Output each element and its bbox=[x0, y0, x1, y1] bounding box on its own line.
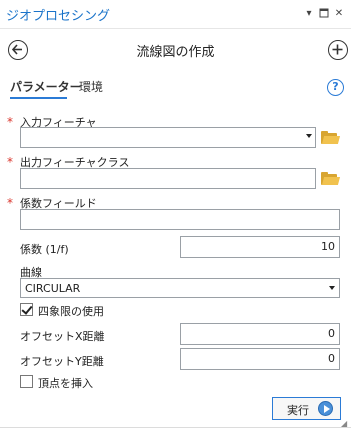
help-icon[interactable]: ? bbox=[327, 79, 344, 96]
offset-x-input[interactable]: 0 bbox=[180, 323, 340, 345]
close-icon[interactable]: ✕ bbox=[333, 8, 345, 20]
active-tab-indicator bbox=[10, 97, 67, 99]
folder-icon[interactable] bbox=[321, 172, 341, 185]
coefficient-field-input[interactable] bbox=[20, 209, 340, 230]
output-feature-class-field[interactable] bbox=[20, 168, 316, 189]
chevron-down-icon[interactable]: ▾ bbox=[303, 8, 315, 20]
run-button-label: 実行 bbox=[287, 404, 309, 417]
insert-vertex-checkbox[interactable] bbox=[20, 375, 33, 388]
plus-icon bbox=[332, 44, 343, 55]
offset-y-input[interactable]: 0 bbox=[180, 348, 340, 370]
play-icon bbox=[318, 401, 333, 416]
insert-vertex-label: 頂点を挿入 bbox=[38, 377, 93, 390]
coefficient-label: 係数 (1/f) bbox=[20, 243, 69, 256]
use-quadrants-checkbox[interactable] bbox=[20, 303, 33, 316]
tool-title: 流線図の作成 bbox=[136, 45, 215, 60]
required-marker: * bbox=[7, 155, 13, 169]
tab-environments[interactable]: 環境 bbox=[79, 78, 103, 95]
restore-icon[interactable] bbox=[318, 8, 330, 20]
title-bar: ジオプロセシング ▾ ✕ bbox=[0, 0, 351, 29]
input-feature-combo[interactable] bbox=[20, 127, 316, 148]
offset-y-label: オフセットY距離 bbox=[20, 355, 104, 368]
curve-value: CIRCULAR bbox=[25, 282, 81, 295]
offset-x-label: オフセットX距離 bbox=[20, 330, 105, 343]
coefficient-input[interactable]: 10 bbox=[180, 236, 340, 258]
add-button[interactable] bbox=[328, 40, 348, 60]
chevron-down-icon[interactable] bbox=[306, 134, 312, 138]
use-quadrants-label: 四象限の使用 bbox=[38, 305, 104, 318]
tab-parameters[interactable]: パラメーター bbox=[10, 78, 82, 95]
required-marker: * bbox=[7, 115, 13, 129]
curve-select[interactable]: CIRCULAR bbox=[20, 278, 340, 298]
folder-icon[interactable] bbox=[321, 131, 341, 144]
chevron-down-icon[interactable] bbox=[329, 286, 335, 290]
run-button[interactable]: 実行 bbox=[272, 397, 341, 420]
required-marker: * bbox=[7, 196, 13, 210]
pane-title: ジオプロセシング bbox=[6, 9, 111, 24]
tool-header: 流線図の作成 bbox=[0, 30, 351, 70]
